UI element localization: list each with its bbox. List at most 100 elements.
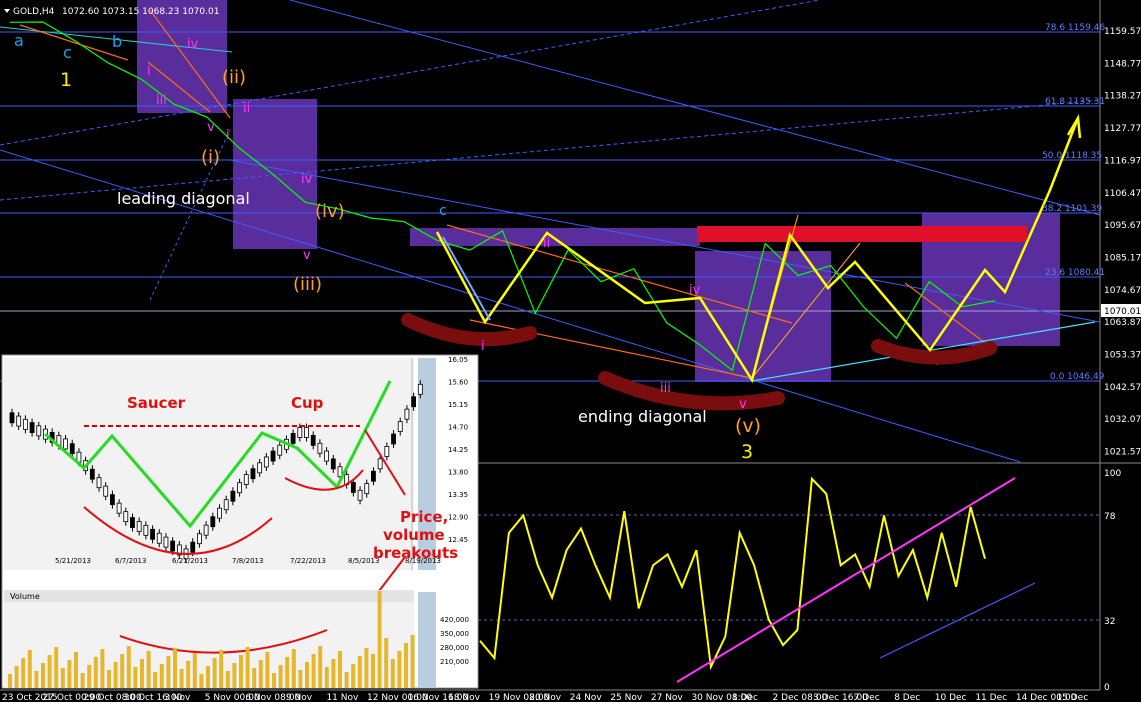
inset-volume-bar (351, 664, 356, 688)
inset-xdate: 8/19/2013 (405, 557, 441, 565)
time-tick: 15 Dec (1056, 693, 1088, 702)
inset-ytick: 14.70 (448, 424, 468, 432)
inset-candle-body (9, 412, 15, 424)
time-tick: 3 Nov (164, 693, 191, 702)
inset-xdate: 7/22/2013 (290, 557, 326, 565)
inset-volume-bar (232, 663, 237, 688)
inset-candle-body (130, 517, 135, 528)
inset-volume-bar (34, 671, 39, 688)
inset-volume-bar (14, 666, 19, 688)
inset-volume-bar (357, 656, 362, 688)
inset-candle-body (96, 477, 102, 489)
inset-candle-body (417, 383, 423, 395)
inset-volume-bar (278, 665, 283, 688)
inset-volume-bar (126, 646, 131, 688)
time-tick: 11 Nov (326, 693, 359, 702)
inset-candle-body (330, 458, 336, 470)
inset-candle-body (190, 541, 196, 553)
breakout-label-line1: Price, (400, 508, 448, 526)
inset-candle-body (103, 485, 109, 497)
inset-candle-body (163, 536, 169, 548)
inset-candle-body (203, 524, 209, 536)
inset-candle-body (156, 532, 162, 544)
svg-text:b: b (112, 32, 122, 51)
inset-candle-body (69, 443, 75, 455)
inset-candle-body (391, 433, 396, 445)
inset-candle-body (377, 458, 383, 470)
inset-volume-bar (67, 660, 72, 688)
cup-label: Cup (291, 394, 324, 412)
inset-volume-bar (166, 656, 171, 688)
inset-volume-bar (377, 591, 382, 688)
inset-volume-bar (173, 648, 177, 688)
inset-xdate: 5/21/2013 (55, 557, 91, 565)
inset-volume-bar (371, 654, 375, 688)
inset-vtick: 350,000 (440, 630, 469, 638)
svg-text:(iv): (iv) (315, 201, 345, 222)
inset-candle-body (257, 462, 263, 474)
inset-candle-body (36, 425, 42, 437)
inset-volume-bar (318, 646, 323, 688)
inset-ytick: 14.25 (448, 446, 468, 454)
inset-panel: 16.05 15.60 15.15 14.70 14.25 13.80 13.35 12.90… (1, 354, 479, 689)
inset-candle-body (217, 507, 222, 519)
svg-text:3: 3 (741, 441, 753, 463)
inset-volume-bar (93, 657, 98, 688)
price-tick: 1042.57 (1104, 383, 1141, 393)
inset-volume-bar (133, 667, 138, 688)
inset-candle-body (230, 490, 236, 502)
inset-volume-bar (305, 662, 309, 688)
inset-volume-bar (192, 653, 197, 688)
svg-text:ending diagonal: ending diagonal (578, 407, 707, 426)
saucer-label: Saucer (127, 394, 186, 412)
inset-candle-body (397, 421, 403, 432)
inset-volume-bar (87, 665, 92, 688)
inset-volume-bar (410, 635, 415, 688)
inset-volume-bar (60, 668, 65, 688)
inset-candle-body (297, 427, 303, 438)
inset-candle-body (116, 502, 122, 514)
svg-text:i: i (226, 128, 230, 143)
inset-volume-bar (324, 667, 329, 688)
inset-vtick: 280,000 (440, 644, 469, 652)
inset-candle-body (250, 468, 256, 480)
inset-ytick: 15.15 (448, 401, 468, 409)
price-tick: 1074.67 (1104, 286, 1141, 296)
inset-volume-bar (27, 650, 32, 688)
inset-ytick: 13.35 (448, 491, 468, 499)
inset-volume-bar (41, 663, 45, 688)
inset-volume-bar (291, 649, 296, 688)
time-tick: 8 Dec (894, 693, 920, 702)
inset-volume-bar (331, 659, 336, 688)
inset-candle-body (350, 482, 356, 493)
time-tick: 1 Dec (732, 693, 758, 702)
inset-volume-bar (140, 659, 144, 688)
inset-volume-bar (344, 672, 349, 688)
svg-text:leading diagonal: leading diagonal (117, 189, 250, 208)
inset-candle-body (310, 434, 316, 446)
inset-candle-body (110, 494, 115, 506)
inset-candle-body (364, 483, 370, 495)
price-tick: 1116.97 (1104, 156, 1141, 166)
inset-volume-bar (186, 661, 191, 688)
inset-candle-body (29, 422, 35, 433)
inset-volume-bar (265, 652, 270, 688)
inset-candle-body (324, 450, 329, 462)
resistance-band (697, 226, 1027, 242)
inset-volume-bar (245, 647, 250, 688)
inset-volume-bar (390, 659, 395, 688)
inset-candle-body (411, 396, 417, 408)
inset-volume-bar (80, 673, 85, 688)
forex-chart[interactable]: 1159.57 1148.77 1138.27 1127.77 1116.97 1106.… (0, 0, 1141, 702)
inset-volume-bar (179, 669, 184, 688)
svg-text:32: 32 (1104, 617, 1115, 627)
time-tick: 7 Dec (854, 693, 880, 702)
inset-volume-bar (311, 654, 316, 688)
price-tick: 1148.77 (1104, 59, 1141, 69)
inset-candle-body (277, 444, 283, 456)
current-price-label: 1070.01 (1104, 307, 1141, 317)
svg-text:c: c (439, 203, 447, 219)
svg-text:iv: iv (301, 172, 313, 187)
inset-volume-bar (8, 674, 12, 688)
svg-text:23.6 1080.41: 23.6 1080.41 (1045, 268, 1105, 278)
